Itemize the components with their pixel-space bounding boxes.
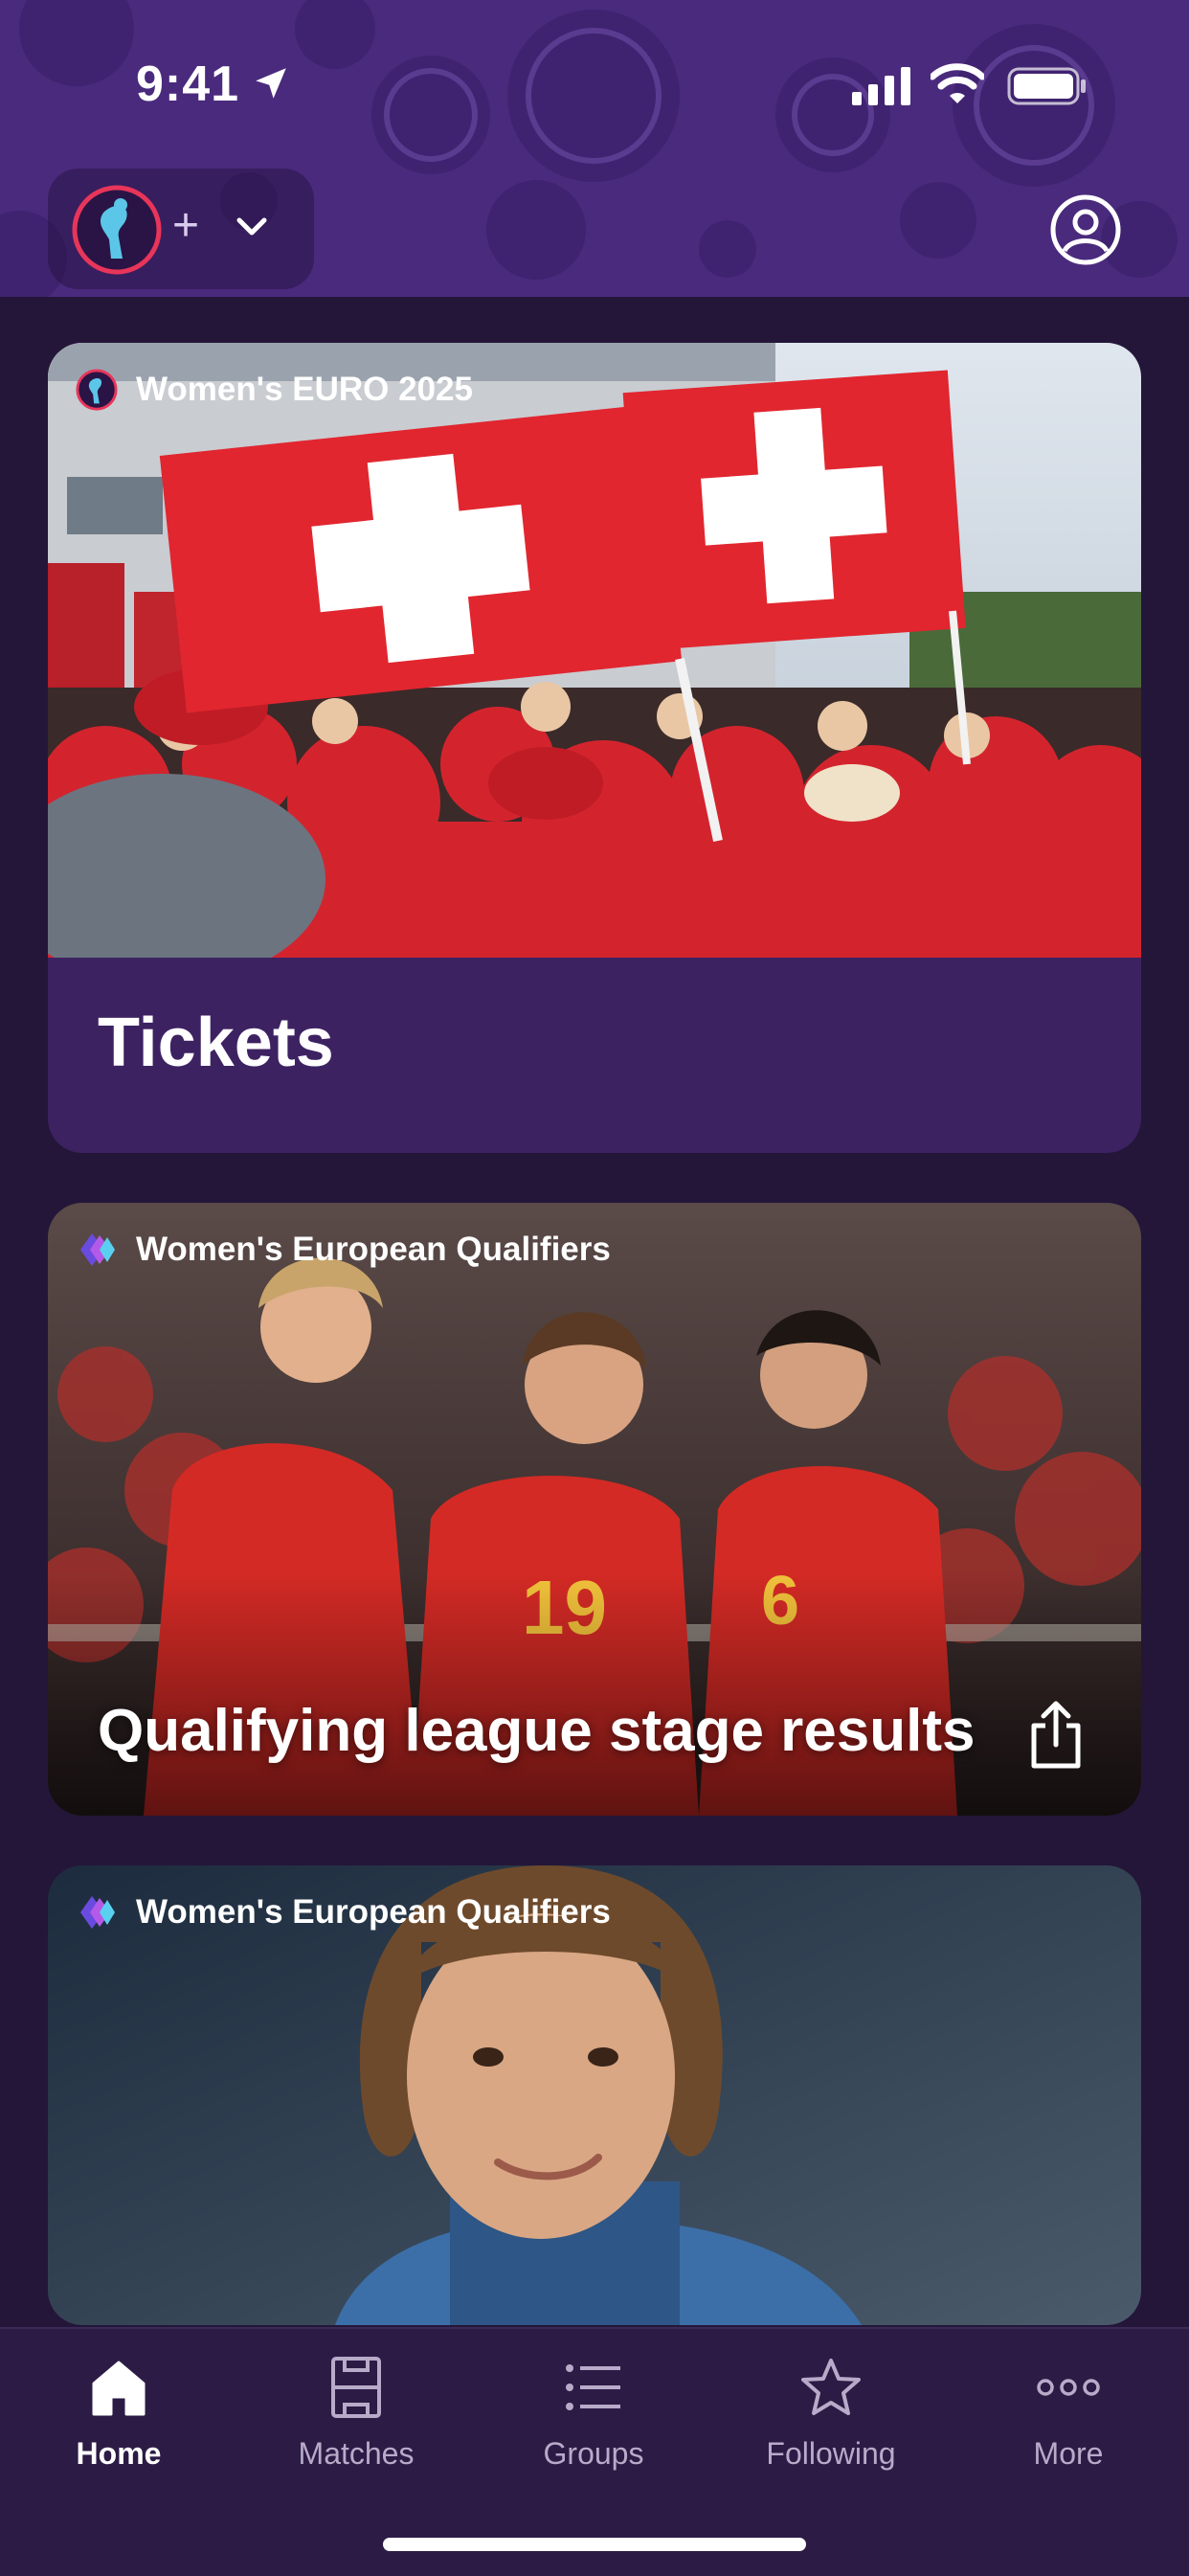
home-icon bbox=[92, 2361, 146, 2416]
tickets-card[interactable]: Women's EURO 2025 Tickets bbox=[48, 343, 1141, 1153]
battery-icon bbox=[1007, 67, 1086, 105]
wifi-icon bbox=[931, 63, 984, 103]
swiss-fans-image bbox=[48, 343, 1141, 958]
tab-home[interactable]: Home bbox=[0, 2329, 237, 2511]
tab-more[interactable]: More bbox=[950, 2329, 1187, 2511]
tab-following[interactable]: Following bbox=[712, 2329, 950, 2511]
feature-card[interactable]: Women's European Qualifiers bbox=[48, 1865, 1141, 2325]
star-icon bbox=[801, 2359, 861, 2415]
card-tag: Women's European Qualifiers bbox=[75, 1228, 611, 1272]
tab-label: More bbox=[1033, 2436, 1104, 2471]
card-tag: Women's EURO 2025 bbox=[75, 368, 473, 412]
card-tag-label: Women's European Qualifiers bbox=[136, 1893, 611, 1931]
card-tag-label: Women's EURO 2025 bbox=[136, 371, 473, 408]
card-title: Qualifying league stage results bbox=[98, 1698, 976, 1764]
card-tag-label: Women's European Qualifiers bbox=[136, 1231, 611, 1268]
status-bar: 9:41 bbox=[0, 0, 1189, 172]
chevron-down-icon bbox=[236, 217, 267, 236]
womens-euro-small-icon bbox=[76, 369, 118, 411]
tab-label: Home bbox=[76, 2436, 162, 2471]
tab-matches[interactable]: Matches bbox=[237, 2329, 475, 2511]
status-time: 9:41 bbox=[136, 56, 240, 112]
location-arrow-icon bbox=[256, 68, 286, 99]
womens-euro-logo-icon bbox=[72, 185, 162, 275]
list-icon bbox=[566, 2364, 620, 2410]
cellular-signal-icon bbox=[852, 67, 910, 105]
profile-icon[interactable] bbox=[1049, 193, 1122, 266]
card-tag: Women's European Qualifiers bbox=[75, 1890, 611, 1934]
card-title: Tickets bbox=[98, 1005, 334, 1081]
pitch-icon bbox=[331, 2357, 381, 2418]
competition-switcher[interactable]: + bbox=[48, 169, 314, 289]
tab-label: Groups bbox=[543, 2436, 644, 2471]
results-card[interactable]: 19 6 Women's European Qualifiers Qualify… bbox=[48, 1203, 1141, 1816]
european-qualifiers-icon bbox=[80, 1233, 115, 1266]
european-qualifiers-icon bbox=[80, 1896, 115, 1929]
ellipsis-icon bbox=[1037, 2379, 1100, 2396]
switcher-plus-label: + bbox=[172, 200, 200, 251]
share-icon[interactable] bbox=[1024, 1699, 1088, 1772]
tab-label: Following bbox=[766, 2436, 896, 2471]
home-indicator bbox=[383, 2538, 806, 2551]
tab-groups[interactable]: Groups bbox=[475, 2329, 712, 2511]
tab-label: Matches bbox=[298, 2436, 415, 2471]
app-header: 9:41 + bbox=[0, 0, 1189, 297]
player-portrait-image bbox=[48, 1865, 1141, 2325]
